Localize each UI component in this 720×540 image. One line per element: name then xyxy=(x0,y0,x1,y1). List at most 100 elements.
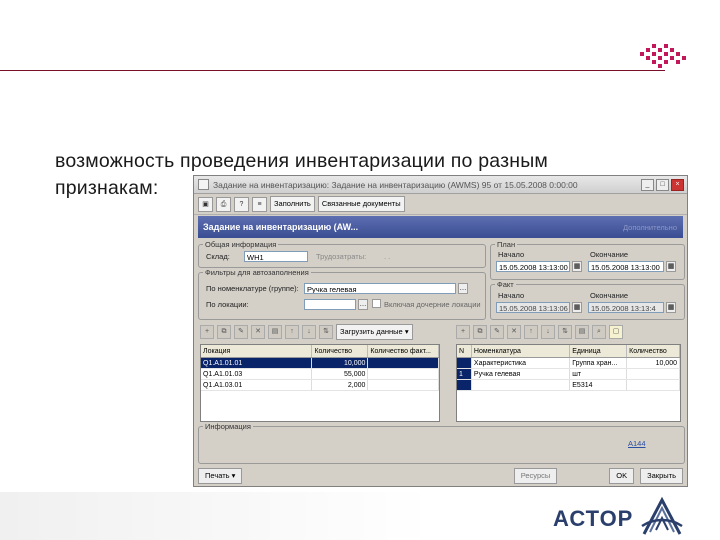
quantity-cell: 10,000 xyxy=(311,357,369,369)
info-code-link[interactable]: A144 xyxy=(628,439,646,448)
plan-start-label: Начало xyxy=(498,250,525,259)
document-icon xyxy=(198,179,209,190)
quantity-cell: 2,000 xyxy=(311,379,369,391)
right-copy-row-icon[interactable]: ⧉ xyxy=(473,325,487,339)
right-delete-row-icon[interactable]: ✕ xyxy=(507,325,521,339)
nomenclature-filter-field[interactable]: Ручка гелевая xyxy=(304,283,456,294)
quantity-cell: 55,000 xyxy=(311,368,369,380)
table-row[interactable]: 1 Ручка гелевая шт xyxy=(457,368,680,380)
include-children-checkbox[interactable] xyxy=(372,299,381,308)
column-header-quantity[interactable]: Количество xyxy=(311,345,369,358)
edit-row-icon[interactable]: ✎ xyxy=(234,325,248,339)
right-filter-icon[interactable]: ▤ xyxy=(575,325,589,339)
right-sort-icon[interactable]: ⇅ xyxy=(558,325,572,339)
number-cell xyxy=(457,357,472,369)
maximize-button[interactable]: □ xyxy=(656,178,669,191)
window-bottom-bar: Печать ▾ Ресурсы OK Закрыть xyxy=(198,468,683,484)
print-icon[interactable]: ⎙ xyxy=(216,196,231,212)
location-filter-label: По локации: xyxy=(206,300,249,309)
column-header-number[interactable]: N xyxy=(457,345,472,358)
headline-line-1: возможность проведения инвентаризации по… xyxy=(55,150,549,172)
nomenclature-pick-button[interactable]: … xyxy=(458,283,468,294)
move-down-icon[interactable]: ↓ xyxy=(302,325,316,339)
table-row[interactable]: Q1.A1.01.03 55,000 xyxy=(201,368,439,380)
info-legend: Информация xyxy=(205,422,251,431)
fill-button[interactable]: Заполнить xyxy=(270,196,315,212)
warehouse-field[interactable]: WH1 xyxy=(244,251,308,262)
left-grid-toolbar: + ⧉ ✎ ✕ ▤ ↑ ↓ ⇅ Загрузить данные ▾ xyxy=(200,324,413,340)
add-row-icon[interactable]: + xyxy=(200,325,214,339)
form-header-title: Задание на инвентаризацию (AW... xyxy=(203,222,359,232)
print-button[interactable]: Печать ▾ xyxy=(198,468,243,484)
ok-button[interactable]: OK xyxy=(609,468,635,484)
quantity-fact-cell xyxy=(367,368,439,380)
help-icon[interactable]: ? xyxy=(234,196,249,212)
plan-end-calendar-icon[interactable]: ▦ xyxy=(666,261,676,272)
nomenclature-cell: Характеристика xyxy=(471,357,571,369)
column-header-right-quantity[interactable]: Количество xyxy=(626,345,680,358)
plan-group: План xyxy=(490,240,685,280)
column-header-quantity-fact[interactable]: Количество факт... xyxy=(367,345,439,358)
load-data-button[interactable]: Загрузить данные ▾ xyxy=(336,324,413,340)
fact-start-calendar-icon[interactable]: ▦ xyxy=(572,302,582,313)
table-row[interactable]: E5314 xyxy=(457,379,680,391)
include-children-label: Включая дочерние локации xyxy=(384,300,481,309)
close-window-button[interactable]: × xyxy=(671,178,684,191)
location-cell: Q1.A1.01.03 xyxy=(201,368,313,380)
nomenclature-grid: N Номенклатура Единица Количество Характ… xyxy=(456,344,681,422)
sort-icon[interactable]: ⇅ xyxy=(319,325,333,339)
location-cell: Q1.A1.01.01 xyxy=(201,357,313,369)
number-cell: 1 xyxy=(457,368,472,380)
column-header-nomenclature[interactable]: Номенклатура xyxy=(471,345,571,358)
right-add-row-icon[interactable]: + xyxy=(456,325,470,339)
related-documents-button[interactable]: Связанные документы xyxy=(317,196,405,212)
right-search-icon[interactable]: ⌕ xyxy=(592,325,606,339)
warehouse-label: Склад: xyxy=(206,252,230,261)
plan-end-field[interactable]: 15.05.2008 13:13:00 xyxy=(588,261,664,272)
right-document-icon[interactable]: ▢ xyxy=(609,325,623,339)
table-row[interactable]: Q1.A1.03.01 2,000 xyxy=(201,379,439,391)
column-header-unit[interactable]: Единица xyxy=(569,345,628,358)
unit-cell: E5314 xyxy=(569,379,628,391)
table-row[interactable]: Q1.A1.01.01 10,000 xyxy=(201,357,439,369)
column-header-location[interactable]: Локация xyxy=(201,345,313,358)
window-title: Задание на инвентаризацию: Задание на ин… xyxy=(213,179,578,190)
nomenclature-filter-label: По номенклатуре (группе): xyxy=(206,284,299,293)
window-toolbar: ▣ ⎙ ? ≡ Заполнить Связанные документы xyxy=(194,194,687,215)
copy-row-icon[interactable]: ⧉ xyxy=(217,325,231,339)
fact-end-field[interactable]: 15.05.2008 13:13:4 xyxy=(588,302,664,313)
plan-legend: План xyxy=(497,240,516,249)
right-move-down-icon[interactable]: ↓ xyxy=(541,325,555,339)
minimize-button[interactable]: _ xyxy=(641,178,654,191)
fact-start-label: Начало xyxy=(498,291,525,300)
fact-group: Факт xyxy=(490,280,685,320)
plan-start-calendar-icon[interactable]: ▦ xyxy=(572,261,582,272)
close-button[interactable]: Закрыть xyxy=(640,468,683,484)
plan-end-label: Окончание xyxy=(590,250,629,259)
location-filter-field[interactable] xyxy=(304,299,356,310)
save-icon[interactable]: ▣ xyxy=(198,196,213,212)
delete-row-icon[interactable]: ✕ xyxy=(251,325,265,339)
table-row[interactable]: Характеристика Группа хран... 10,000 xyxy=(457,357,680,369)
filter-icon[interactable]: ▤ xyxy=(268,325,282,339)
unit-cell: шт xyxy=(569,368,628,380)
fact-end-calendar-icon[interactable]: ▦ xyxy=(666,302,676,313)
general-info-legend: Общая информация xyxy=(205,240,277,249)
plan-start-field[interactable]: 15.05.2008 13:13:00 xyxy=(496,261,570,272)
move-up-icon[interactable]: ↑ xyxy=(285,325,299,339)
autofill-filters-group: Фильтры для автозаполнения xyxy=(198,268,486,320)
form-header: Задание на инвентаризацию (AW... Дополни… xyxy=(198,216,683,238)
right-move-up-icon[interactable]: ↑ xyxy=(524,325,538,339)
structure-icon[interactable]: ≡ xyxy=(252,196,267,212)
brand-name: АСТОР xyxy=(553,506,634,531)
fact-legend: Факт xyxy=(497,280,514,289)
form-header-link[interactable]: Дополнительно xyxy=(623,223,677,232)
fact-start-field[interactable]: 15.05.2008 13:13:06 xyxy=(496,302,570,313)
unit-cell: Группа хран... xyxy=(569,357,628,369)
quantity-cell xyxy=(626,368,680,380)
location-pick-button[interactable]: … xyxy=(358,299,368,310)
right-grid-toolbar: + ⧉ ✎ ✕ ↑ ↓ ⇅ ▤ ⌕ ▢ xyxy=(456,324,623,340)
right-edit-row-icon[interactable]: ✎ xyxy=(490,325,504,339)
quantity-fact-cell xyxy=(367,379,439,391)
resources-button[interactable]: Ресурсы xyxy=(513,468,558,484)
